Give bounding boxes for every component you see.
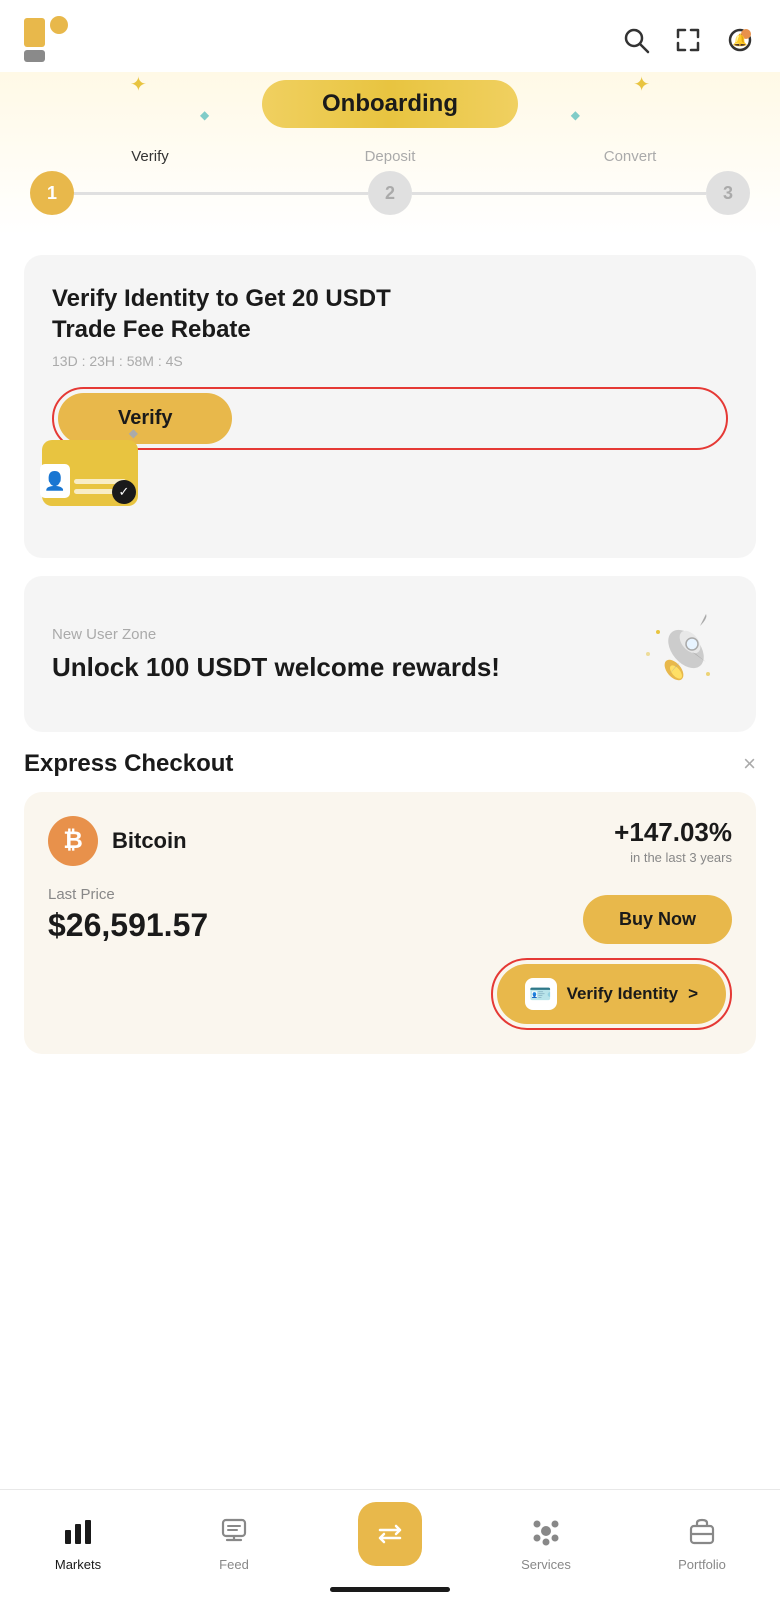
id-card-illustration: ◆ 👤 ✓ xyxy=(28,426,138,506)
performance-label: in the last 3 years xyxy=(614,850,732,865)
verify-button-wrap[interactable]: Verify xyxy=(52,387,728,450)
onboarding-title: Onboarding xyxy=(262,80,518,128)
markets-icon xyxy=(63,1516,93,1551)
step-label-convert: Convert xyxy=(510,148,750,165)
step-line-2 xyxy=(412,192,706,195)
logo-dot-yellow xyxy=(50,16,68,34)
main-content: Verify Identity to Get 20 USDT Trade Fee… xyxy=(0,235,780,1212)
verify-identity-arrow: > xyxy=(688,984,698,1004)
rocket-illustration xyxy=(628,604,728,704)
express-checkout-section: Express Checkout × ₿ Bitcoin +147.03% in… xyxy=(24,750,756,1054)
steps-wrap: Verify Deposit Convert 1 2 3 xyxy=(0,132,780,215)
app-logo xyxy=(24,18,68,62)
expand-icon[interactable] xyxy=(672,24,704,56)
portfolio-icon xyxy=(687,1516,717,1551)
checkout-bottom: Last Price $26,591.57 Buy Now xyxy=(48,886,732,944)
price-value: $26,591.57 xyxy=(48,907,208,944)
bottom-navigation: Markets Feed xyxy=(0,1489,780,1600)
price-wrap: Last Price $26,591.57 xyxy=(48,886,208,944)
portfolio-label: Portfolio xyxy=(678,1557,726,1572)
bitcoin-name: Bitcoin xyxy=(112,828,187,854)
search-icon[interactable] xyxy=(620,24,652,56)
verify-identity-label: Verify Identity xyxy=(567,984,678,1004)
new-user-text: New User Zone Unlock 100 USDT welcome re… xyxy=(52,626,628,684)
step-circle-3: 3 xyxy=(706,171,750,215)
checkout-top: ₿ Bitcoin +147.03% in the last 3 years xyxy=(48,816,732,866)
btc-info: ₿ Bitcoin xyxy=(48,816,187,866)
step-label-deposit: Deposit xyxy=(270,148,510,165)
nav-item-services[interactable]: Services xyxy=(468,1516,624,1572)
new-user-title: Unlock 100 USDT welcome rewards! xyxy=(52,651,628,684)
services-icon xyxy=(531,1516,561,1551)
verify-identity-wrap: 🪪 Verify Identity > xyxy=(48,958,732,1030)
id-check-icon: ✓ xyxy=(112,480,136,504)
close-express-checkout-button[interactable]: × xyxy=(743,751,756,777)
sparkle-dot-right: ◆ xyxy=(571,108,580,122)
services-label: Services xyxy=(521,1557,571,1572)
verify-id-icon: 🪪 xyxy=(525,978,557,1010)
express-checkout-title: Express Checkout xyxy=(24,750,233,778)
steps-labels: Verify Deposit Convert xyxy=(30,148,750,165)
step-circle-2: 2 xyxy=(368,171,412,215)
nav-item-portfolio[interactable]: Portfolio xyxy=(624,1516,780,1572)
sparkle-dot-left: ◆ xyxy=(200,108,209,122)
new-user-zone-label: New User Zone xyxy=(52,626,628,643)
id-sparkle: ◆ xyxy=(129,426,138,440)
verify-timer: 13D : 23H : 58M : 4S xyxy=(52,353,728,369)
verify-card-title: Verify Identity to Get 20 USDT Trade Fee… xyxy=(52,283,422,345)
section-header: Express Checkout × xyxy=(24,750,756,792)
checkout-card: ₿ Bitcoin +147.03% in the last 3 years L… xyxy=(24,792,756,1054)
home-indicator xyxy=(330,1587,450,1592)
nav-item-markets[interactable]: Markets xyxy=(0,1516,156,1572)
step-circle-1: 1 xyxy=(30,171,74,215)
logo-sq-gray xyxy=(24,50,45,63)
verify-identity-button[interactable]: 🪪 Verify Identity > xyxy=(497,964,726,1024)
btc-performance: +147.03% in the last 3 years xyxy=(614,817,732,865)
svg-text:🔔: 🔔 xyxy=(733,33,748,47)
logo-sq-yellow xyxy=(24,18,45,47)
onboarding-title-wrap: ✦ ✦ Onboarding ◆ ◆ xyxy=(0,72,780,132)
feed-icon xyxy=(219,1516,249,1551)
steps-row: 1 2 3 xyxy=(30,171,750,215)
feed-label: Feed xyxy=(219,1557,249,1572)
sparkle-top-left: ✦ xyxy=(130,72,147,97)
id-card-body: 👤 ✓ xyxy=(42,440,138,506)
buy-now-button[interactable]: Buy Now xyxy=(583,895,732,944)
step-line-1 xyxy=(74,192,368,195)
bitcoin-icon: ₿ xyxy=(48,816,98,866)
onboarding-banner: ✦ ✦ Onboarding ◆ ◆ Verify Deposit Conver… xyxy=(0,72,780,235)
id-avatar-icon: 👤 xyxy=(40,464,70,498)
sparkle-top-right: ✦ xyxy=(633,72,650,97)
nav-item-trade[interactable] xyxy=(312,1502,468,1572)
header-icons: 🔔 xyxy=(620,24,756,56)
header: 🔔 xyxy=(0,0,780,72)
step-label-verify: Verify xyxy=(30,148,270,165)
notifications-icon[interactable]: 🔔 xyxy=(724,24,756,56)
verify-identity-card: Verify Identity to Get 20 USDT Trade Fee… xyxy=(24,255,756,558)
verify-identity-button-outer[interactable]: 🪪 Verify Identity > xyxy=(491,958,732,1030)
trade-center-button[interactable] xyxy=(358,1502,422,1566)
new-user-card: New User Zone Unlock 100 USDT welcome re… xyxy=(24,576,756,732)
price-label: Last Price xyxy=(48,886,208,903)
markets-label: Markets xyxy=(55,1557,101,1572)
nav-item-feed[interactable]: Feed xyxy=(156,1516,312,1572)
performance-percent: +147.03% xyxy=(614,817,732,848)
